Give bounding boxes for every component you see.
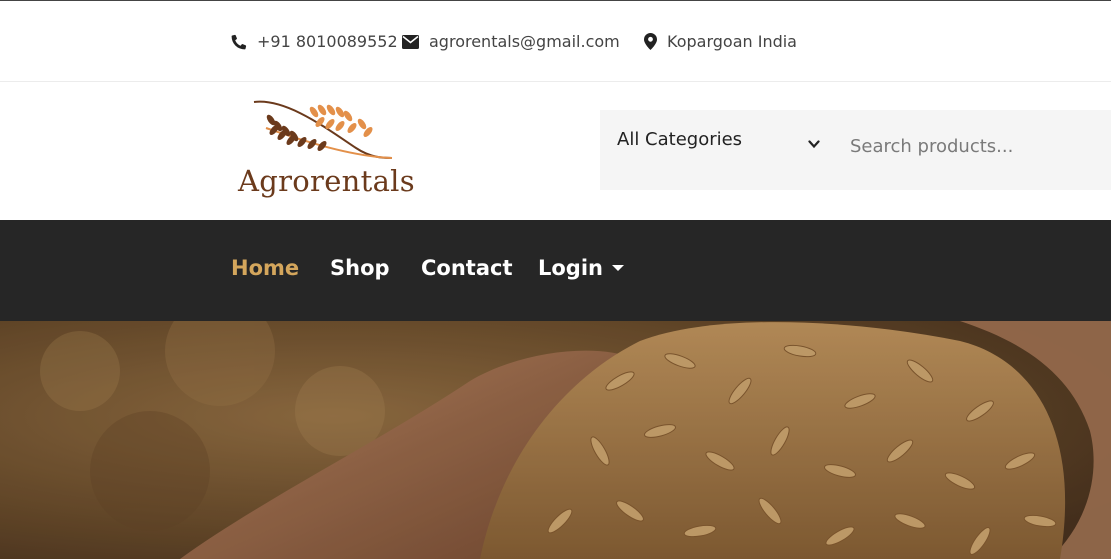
rice-grains-in-hand-image [0, 321, 1111, 559]
logo-text: Agrorentals [238, 164, 415, 198]
site-logo[interactable]: Agrorentals [236, 98, 415, 202]
hero-banner-image [0, 321, 1111, 559]
location-contact: Kopargoan India [644, 32, 797, 51]
nav-item-label: Shop [330, 256, 390, 280]
nav-item-home[interactable]: Home [231, 256, 299, 280]
main-navigation: Home Shop Contact Login [0, 220, 1111, 321]
phone-contact[interactable]: +91 8010089552 [231, 32, 398, 51]
map-marker-icon [644, 33, 657, 50]
wheat-logo-icon [253, 100, 393, 159]
category-select-value: All Categories [617, 129, 743, 150]
nav-item-login[interactable]: Login [538, 256, 624, 280]
email-address: agrorentals@gmail.com [429, 32, 620, 51]
category-select[interactable]: All Categories [617, 129, 742, 150]
location-text: Kopargoan India [667, 32, 797, 51]
nav-item-label: Contact [421, 256, 513, 280]
site-header: Agrorentals All Categories Search produc… [0, 82, 1111, 220]
nav-item-contact[interactable]: Contact [421, 256, 513, 280]
envelope-icon [402, 34, 419, 49]
top-info-bar: +91 8010089552 agrorentals@gmail.com Kop… [0, 0, 1111, 82]
nav-item-shop[interactable]: Shop [330, 256, 390, 280]
chevron-down-icon[interactable] [808, 134, 820, 153]
caret-down-icon [612, 265, 624, 271]
nav-item-label: Login [538, 256, 603, 280]
phone-icon [231, 34, 247, 50]
product-search-bar: All Categories Search products... [600, 110, 1111, 190]
phone-number: +91 8010089552 [257, 32, 398, 51]
search-input[interactable]: Search products... [850, 136, 1013, 157]
nav-item-label: Home [231, 256, 300, 280]
email-contact[interactable]: agrorentals@gmail.com [402, 32, 620, 51]
